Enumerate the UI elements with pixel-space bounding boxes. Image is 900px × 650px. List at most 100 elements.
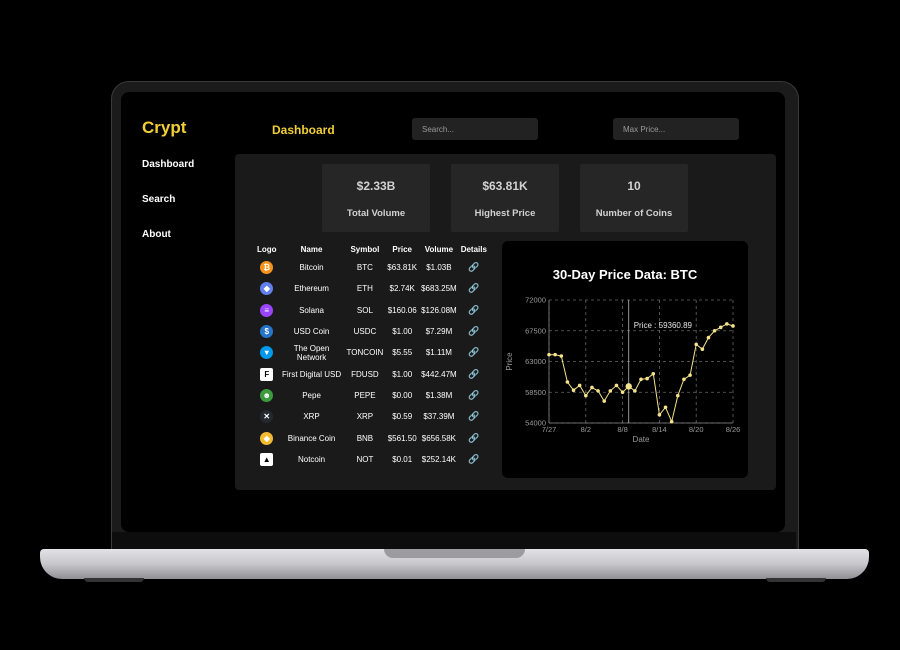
link-icon[interactable]: 🔗 bbox=[468, 454, 479, 464]
details-cell: 🔗 bbox=[459, 385, 489, 406]
logo-cell: ₿ bbox=[255, 257, 279, 278]
coin-volume: $37.39M bbox=[423, 412, 455, 422]
data-point[interactable] bbox=[657, 413, 662, 417]
table-row[interactable]: ☻ Pepe PEPE $0.00 $1.38M 🔗 bbox=[255, 385, 489, 406]
table-row[interactable]: ✕ XRP XRP $0.59 $37.39M 🔗 bbox=[255, 406, 489, 427]
sidebar-item-about[interactable]: About bbox=[142, 229, 171, 240]
coin-volume: $442.47M bbox=[421, 369, 457, 379]
link-icon[interactable]: 🔗 bbox=[468, 347, 479, 357]
data-point[interactable] bbox=[633, 389, 637, 393]
data-point[interactable] bbox=[608, 389, 613, 393]
table-row[interactable]: ◆ Binance Coin BNB $561.50 $656.58K 🔗 bbox=[255, 427, 489, 448]
data-point[interactable] bbox=[565, 380, 570, 384]
details-cell: 🔗 bbox=[459, 257, 489, 278]
coin-price: $1.00 bbox=[392, 369, 413, 379]
coin-price: $160.06 bbox=[387, 305, 417, 315]
coin-symbol: BTC bbox=[356, 263, 373, 273]
coin-name: Notcoin bbox=[297, 454, 326, 464]
pepe-icon: ☻ bbox=[260, 388, 274, 402]
stat-label: Total Volume bbox=[346, 208, 406, 219]
column-header-logo: Logo bbox=[257, 244, 277, 254]
stat-value: $63.81K bbox=[482, 179, 528, 193]
coin-volume: $1.11M bbox=[425, 348, 452, 358]
data-point[interactable] bbox=[577, 383, 582, 388]
data-point[interactable] bbox=[731, 324, 735, 328]
link-icon[interactable]: 🔗 bbox=[468, 390, 479, 400]
data-point[interactable] bbox=[547, 352, 551, 357]
table-row[interactable]: ▲ Notcoin NOT $0.01 $252.14K 🔗 bbox=[255, 449, 489, 470]
sidebar-item-search[interactable]: Search bbox=[142, 194, 175, 205]
x-tick-label: 8/20 bbox=[689, 425, 704, 434]
data-point[interactable] bbox=[625, 383, 632, 390]
table-row[interactable]: ▾ The Open Network TONCOIN $5.55 $1.11M 🔗 bbox=[255, 342, 489, 363]
screen: Crypt Dashboard Search About Dashboard $… bbox=[121, 92, 785, 532]
stat-card-highest-price: $63.81K Highest Price bbox=[451, 164, 559, 232]
table-row[interactable]: F First Digital USD FDUSD $1.00 $442.47M 🔗 bbox=[255, 363, 489, 384]
link-icon[interactable]: 🔗 bbox=[468, 305, 479, 315]
coin-volume: $7.29M bbox=[425, 327, 453, 337]
column-header-details: Details bbox=[460, 244, 487, 254]
stat-card-number-of-coins: 10 Number of Coins bbox=[580, 164, 688, 232]
data-point[interactable] bbox=[663, 405, 668, 410]
data-point[interactable] bbox=[651, 372, 656, 376]
coin-symbol: ETH bbox=[356, 284, 373, 294]
data-point[interactable] bbox=[559, 354, 564, 358]
table-row[interactable]: $ USD Coin USDC $1.00 $7.29M 🔗 bbox=[255, 321, 489, 342]
data-point[interactable] bbox=[614, 383, 619, 388]
data-point[interactable] bbox=[571, 388, 576, 392]
link-icon[interactable]: 🔗 bbox=[468, 433, 479, 443]
logo-cell: ◆ bbox=[255, 278, 279, 299]
sidebar-item-dashboard[interactable]: Dashboard bbox=[142, 159, 194, 170]
coin-name: XRP bbox=[303, 412, 320, 422]
laptop-foot-left bbox=[84, 578, 144, 582]
data-point[interactable] bbox=[602, 399, 606, 403]
data-point[interactable] bbox=[700, 347, 705, 351]
link-icon[interactable]: 🔗 bbox=[468, 283, 479, 293]
dashboard-panel: $2.33B Total Volume $63.81K Highest Pric… bbox=[235, 154, 776, 490]
coin-price: $0.01 bbox=[392, 454, 413, 464]
data-point[interactable] bbox=[682, 377, 686, 382]
data-point[interactable] bbox=[725, 322, 729, 326]
logo-cell: ◆ bbox=[255, 427, 279, 448]
link-icon[interactable]: 🔗 bbox=[468, 326, 479, 336]
search-input[interactable] bbox=[412, 118, 538, 140]
data-point[interactable] bbox=[676, 393, 680, 398]
data-point[interactable] bbox=[645, 376, 649, 381]
coin-name: The Open Network bbox=[293, 343, 330, 362]
coin-symbol: BNB bbox=[356, 433, 374, 443]
link-icon[interactable]: 🔗 bbox=[468, 369, 479, 379]
data-point[interactable] bbox=[712, 328, 717, 333]
data-point[interactable] bbox=[596, 389, 600, 393]
stat-label: Number of Coins bbox=[595, 208, 673, 219]
link-icon[interactable]: 🔗 bbox=[468, 262, 479, 272]
data-point[interactable] bbox=[620, 390, 625, 395]
data-point[interactable] bbox=[688, 373, 692, 377]
coin-price: $5.55 bbox=[392, 348, 413, 358]
data-point[interactable] bbox=[584, 393, 588, 398]
logo-cell: ▲ bbox=[255, 449, 279, 470]
table-row[interactable]: ≡ Solana SOL $160.06 $126.08M 🔗 bbox=[255, 300, 489, 321]
link-icon[interactable]: 🔗 bbox=[468, 411, 479, 421]
logo-cell: ▾ bbox=[255, 342, 279, 363]
table-row[interactable]: ₿ Bitcoin BTC $63.81K $1.03B 🔗 bbox=[255, 257, 489, 278]
data-point[interactable] bbox=[694, 342, 698, 347]
coin-volume: $1.38M bbox=[425, 390, 453, 400]
coin-symbol: TONCOIN bbox=[346, 348, 384, 358]
binance-coin-icon: ◆ bbox=[260, 431, 274, 445]
data-point[interactable] bbox=[706, 335, 711, 340]
bitcoin-icon: ₿ bbox=[260, 261, 274, 275]
coin-name: Solana bbox=[299, 305, 324, 315]
details-cell: 🔗 bbox=[459, 449, 489, 470]
data-point[interactable] bbox=[639, 377, 643, 382]
max-price-input[interactable] bbox=[613, 118, 739, 140]
table-row[interactable]: ◆ Ethereum ETH $2.74K $683.25M 🔗 bbox=[255, 278, 489, 299]
x-tick-label: 7/27 bbox=[542, 425, 557, 434]
x-tick-label: 8/26 bbox=[726, 425, 741, 434]
price-chart-svg[interactable]: 72000675006300058500540007/27 8/2 8/8 8/14 8… bbox=[502, 241, 748, 478]
data-point[interactable] bbox=[553, 352, 557, 357]
data-point[interactable] bbox=[590, 385, 594, 390]
brand-logo[interactable]: Crypt bbox=[142, 118, 186, 138]
coin-volume: $683.25M bbox=[421, 284, 457, 294]
data-point[interactable] bbox=[718, 325, 723, 330]
data-point[interactable] bbox=[669, 419, 674, 424]
